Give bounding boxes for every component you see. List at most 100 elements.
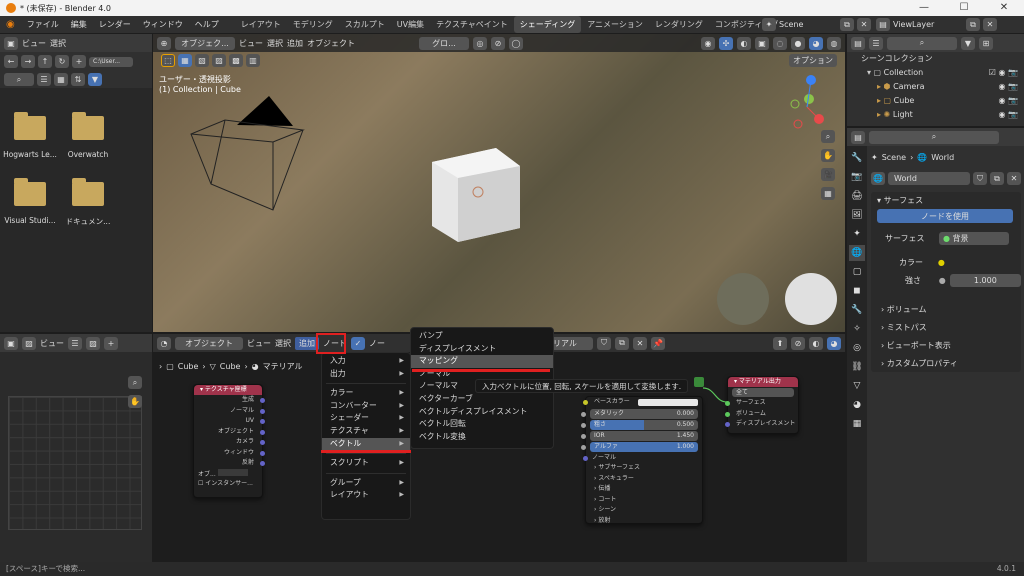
material-tab-icon[interactable]: ◕	[849, 397, 865, 413]
transmission-panel[interactable]: › 伝播	[586, 484, 702, 495]
tab-texture-paint[interactable]: テクスチャペイント	[430, 16, 514, 33]
parent-node-tree-icon[interactable]: ⬆	[773, 336, 787, 350]
tab-modeling[interactable]: モデリング	[287, 16, 339, 33]
cube-object[interactable]	[432, 148, 520, 242]
ior-field[interactable]: IOR 1.450	[581, 430, 698, 441]
surface-shader-dropdown[interactable]: ● 背景	[939, 231, 1009, 245]
physics-tab-icon[interactable]: ◎	[849, 340, 865, 356]
editor-type-icon[interactable]: ◔	[157, 336, 171, 350]
node-editor[interactable]: ◔ オブジェクト ビュー 選択 追加 ノード ✓ ノー マテリアル ⛉ ⧉ ✕ …	[153, 327, 845, 562]
add-menu-texture[interactable]: テクスチャ ▶	[322, 425, 410, 438]
object-tab-icon[interactable]: ◼	[849, 283, 865, 299]
pan-hand-icon[interactable]: ✋	[128, 395, 142, 408]
image-grid[interactable]	[8, 396, 142, 530]
use-nodes-checkbox[interactable]: ✓	[351, 336, 365, 350]
vector-displacement[interactable]: ディスプレイスメント	[411, 343, 553, 356]
maximize-button[interactable]: ☐	[944, 0, 984, 16]
image-browse-icon[interactable]: ▨	[86, 336, 100, 350]
search-input[interactable]: ⌕	[4, 73, 34, 86]
mist-section[interactable]: › ミストパス	[873, 319, 1019, 336]
surface-panel-header[interactable]: ▾ サーフェス	[871, 192, 1021, 209]
tab-layout[interactable]: レイアウト	[235, 16, 287, 33]
data-tab-icon[interactable]: ▽	[849, 378, 865, 394]
new-scene-icon[interactable]: ⧉	[840, 18, 854, 31]
collection-tab-icon[interactable]: ▢	[849, 264, 865, 280]
particles-tab-icon[interactable]: ✧	[849, 321, 865, 337]
add-menu-script[interactable]: スクリプト ▶	[322, 457, 410, 470]
forward-icon[interactable]: →	[21, 55, 35, 68]
new-collection-icon[interactable]: ⊞	[979, 36, 993, 50]
modifier-tab-icon[interactable]: 🔧	[849, 302, 865, 318]
new-folder-icon[interactable]: +	[72, 55, 86, 68]
alpha-field[interactable]: アルファ 1.000	[581, 441, 698, 452]
vector-transform[interactable]: ベクトル変換	[411, 431, 553, 444]
duplicate-icon[interactable]: ⧉	[990, 172, 1004, 185]
menu-file[interactable]: ファイル	[21, 16, 65, 33]
principled-bsdf-node[interactable]: ベースカラー メタリック 0.000 粗さ 0.500 IOR 1.450 アルファ 1…	[581, 396, 703, 524]
close-button[interactable]: ✕	[984, 0, 1024, 16]
vector-mapping[interactable]: マッピング	[411, 355, 553, 368]
refresh-icon[interactable]: ↻	[55, 55, 69, 68]
outliner-row-collection[interactable]: ▾ ▢ Collection ☑ ◉ 📷	[847, 66, 1024, 80]
editor-type-icon[interactable]: ▤	[851, 36, 865, 50]
add-menu-color[interactable]: カラー ▶	[322, 387, 410, 400]
output-tab-icon[interactable]: 🖨	[849, 188, 865, 204]
view-mode-icon[interactable]: ▨	[22, 336, 36, 350]
pan-hand-icon[interactable]: ✋	[821, 149, 835, 162]
menu-icon[interactable]: ☰	[68, 336, 82, 350]
material-preview-icon[interactable]: ◕	[827, 336, 841, 350]
thumbnail-view-icon[interactable]: ▦	[54, 73, 68, 86]
blender-menu-icon[interactable]: ◉	[0, 16, 21, 33]
add-menu-layout[interactable]: レイアウト ▶	[322, 489, 410, 502]
tab-shading[interactable]: シェーディング	[513, 16, 582, 33]
properties-search-input[interactable]: ⌕	[869, 130, 999, 144]
add-menu-converter[interactable]: コンバーター ▶	[322, 400, 410, 413]
back-icon[interactable]: ←	[4, 55, 18, 68]
add-menu-shader[interactable]: シェーダー ▶	[322, 412, 410, 425]
coat-panel[interactable]: › コート	[586, 495, 702, 506]
object-picker[interactable]: オブ...	[194, 468, 262, 480]
unlink-icon[interactable]: ✕	[1007, 172, 1021, 185]
viewlayer-name[interactable]: ViewLayer	[893, 20, 963, 29]
view-layer-tab-icon[interactable]: 🖼	[849, 207, 865, 223]
ie-view-menu[interactable]: ビュー	[40, 338, 64, 349]
fb-view-menu[interactable]: ビュー	[22, 38, 46, 49]
tab-animation[interactable]: アニメーション	[581, 16, 649, 33]
vector-rotate[interactable]: ベクトル回転	[411, 418, 553, 431]
menu-help[interactable]: ヘルプ	[189, 16, 225, 33]
texture-coordinate-node[interactable]: ▾ テクスチャ座標 生成 ノーマル UV オブジェクト カメラ ウィンドウ 反射…	[193, 384, 265, 498]
vector-bump[interactable]: バンプ	[411, 330, 553, 343]
3d-viewport[interactable]: ⊕ オブジェク... ビュー 選択 追加 オブジェクト グロ... ◎ ⊘ ◯ …	[153, 34, 845, 332]
add-menu-group[interactable]: グループ ▶	[322, 477, 410, 490]
editor-type-icon[interactable]: ▣	[4, 336, 18, 350]
folder-item[interactable]	[14, 112, 46, 140]
object-mode-dropdown[interactable]: オブジェクト	[175, 336, 243, 350]
strength-field[interactable]: 1.000	[949, 273, 1021, 287]
world-name-field[interactable]: World	[888, 172, 970, 185]
from-instancer-checkbox[interactable]: ☐ インスタンサー...	[194, 479, 262, 490]
add-menu-vector[interactable]: ベクトル ▶	[322, 437, 410, 451]
add-menu-input[interactable]: 入力 ▶	[322, 355, 410, 368]
duplicate-icon[interactable]: ⧉	[615, 336, 629, 350]
outliner-search-input[interactable]: ⌕	[887, 36, 957, 50]
outliner-row-cube[interactable]: ▸ ▢ Cube ◉ 📷	[847, 94, 1024, 108]
zoom-icon[interactable]: ⌕	[821, 130, 835, 143]
folder-item[interactable]	[72, 178, 104, 206]
delete-scene-icon[interactable]: ✕	[857, 18, 871, 31]
tab-uv[interactable]: UV編集	[391, 16, 430, 33]
editor-type-icon[interactable]: ▣	[4, 36, 18, 50]
editor-type-icon[interactable]: ▤	[851, 130, 865, 144]
menu-render[interactable]: レンダー	[93, 16, 137, 33]
snap-node-icon[interactable]: ⊘	[791, 336, 805, 350]
output-target-dropdown[interactable]: 全て	[732, 388, 794, 397]
filter-icon[interactable]: ▼	[88, 73, 102, 86]
scene-icon[interactable]: ✦	[762, 18, 776, 31]
list-view-icon[interactable]: ☰	[37, 73, 51, 86]
minimize-button[interactable]: —	[904, 0, 944, 16]
folder-item[interactable]	[14, 178, 46, 206]
ne-view-menu[interactable]: ビュー	[247, 338, 271, 349]
unlink-icon[interactable]: ✕	[633, 336, 647, 350]
zoom-icon[interactable]: ⌕	[128, 376, 142, 389]
color-socket-icon[interactable]: ●	[938, 258, 945, 267]
tab-rendering[interactable]: レンダリング	[649, 16, 709, 33]
